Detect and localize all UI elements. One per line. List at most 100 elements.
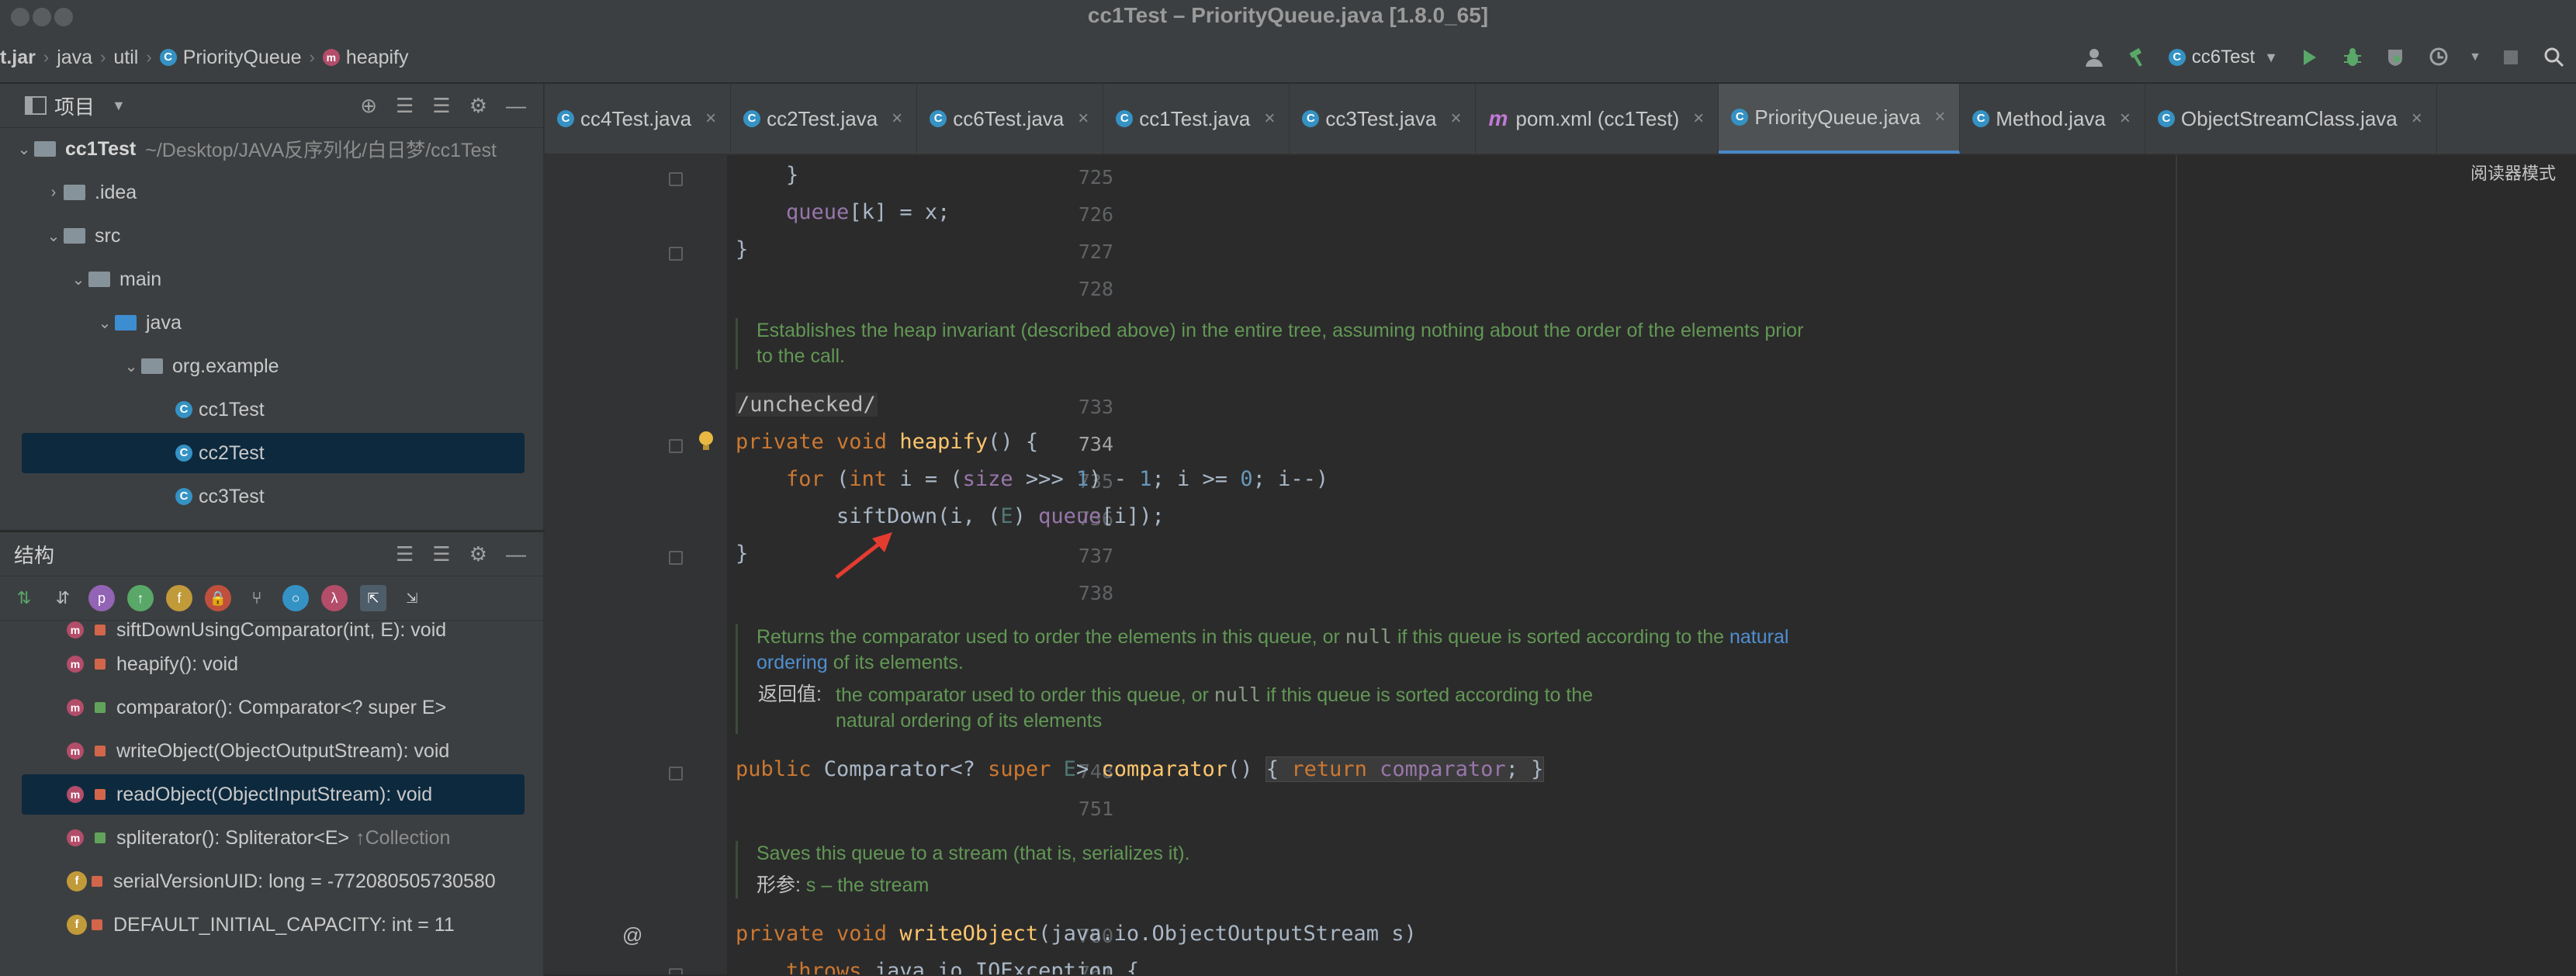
structure-item[interactable]: m comparator(): Comparator<? super E> — [67, 687, 446, 728]
structure-item[interactable]: f serialVersionUID: long = -772080505730… — [67, 861, 496, 902]
maven-icon: m — [1488, 106, 1508, 130]
show-properties-icon[interactable]: p — [88, 585, 115, 611]
collapse-all-icon[interactable]: ☰ — [432, 94, 450, 118]
doc-text: s – the stream — [805, 874, 930, 896]
show-inherited-icon[interactable]: ↑ — [127, 585, 154, 611]
fold-marker[interactable] — [669, 968, 683, 974]
autoscroll-to-source-icon[interactable]: ⇱ — [360, 585, 386, 611]
tree-item-cc2test[interactable]: C cc2Test — [22, 433, 525, 473]
tab-cc6test[interactable]: Ccc6Test.java × — [917, 84, 1104, 154]
lambda-icon[interactable]: λ — [321, 585, 348, 611]
code-line: } — [736, 163, 799, 187]
project-panel: 项目 ▼ ⊕ ☰ ☰ ⚙ — ⌄ cc1Test ~/Desktop/JAVA反… — [0, 84, 545, 530]
override-gutter-icon[interactable]: @ — [622, 923, 642, 947]
chevron-down-icon[interactable]: ▼ — [2467, 42, 2483, 73]
field-icon: f — [67, 871, 87, 891]
fold-marker[interactable] — [669, 247, 683, 261]
structure-item[interactable]: f DEFAULT_INITIAL_CAPACITY: int = 11 — [67, 905, 455, 945]
doc-code: null — [1214, 684, 1262, 706]
profiler-icon[interactable] — [2424, 42, 2455, 73]
tree-item-idea[interactable]: › .idea — [43, 172, 137, 213]
close-icon[interactable]: × — [1264, 108, 1275, 130]
run-icon[interactable] — [2294, 42, 2325, 73]
gear-icon[interactable]: ⚙ — [469, 542, 487, 566]
fold-marker[interactable] — [669, 551, 683, 565]
structure-item[interactable]: m heapify(): void — [67, 644, 238, 684]
user-icon[interactable] — [2079, 42, 2110, 73]
tab-priorityqueue[interactable]: C PriorityQueue.java × — [1719, 84, 1961, 154]
structure-item[interactable]: m siftDownUsingComparator(int, E): void — [67, 616, 446, 644]
debug-icon[interactable] — [2337, 42, 2368, 73]
project-panel-title[interactable]: 项目 — [54, 92, 95, 120]
breadcrumb-label: util — [113, 46, 139, 68]
breadcrumb-java[interactable]: java — [57, 47, 92, 69]
tree-item-src[interactable]: ⌄ src — [43, 216, 121, 256]
structure-panel-title: 结构 — [14, 543, 55, 567]
breadcrumb-heapify[interactable]: m heapify — [322, 47, 409, 69]
close-icon[interactable]: × — [1693, 108, 1704, 130]
tree-item-java[interactable]: ⌄ java — [95, 303, 182, 343]
tab-cc3test[interactable]: Ccc3Test.java × — [1290, 84, 1477, 154]
structure-item-label: writeObject(ObjectOutputStream): void — [116, 739, 450, 762]
tree-item-root[interactable]: ⌄ cc1Test ~/Desktop/JAVA反序列化/白日梦/cc1Test — [14, 129, 497, 169]
tree-item-package[interactable]: ⌄ org.example — [121, 346, 279, 386]
close-icon[interactable]: × — [2120, 108, 2131, 130]
close-icon[interactable]: × — [2412, 108, 2422, 130]
close-icon[interactable]: × — [705, 108, 716, 130]
tab-label: Method.java — [1996, 106, 2106, 130]
method-icon: m — [67, 699, 84, 716]
hide-icon[interactable]: — — [506, 542, 526, 566]
suppress-warnings-annotation: /unchecked/ — [736, 393, 878, 417]
show-fields-icon[interactable]: f — [166, 585, 192, 611]
fold-marker[interactable] — [669, 439, 683, 453]
expand-all-icon[interactable]: ☰ — [396, 542, 414, 566]
code-editor[interactable]: 阅读器模式 725 726 727 728 733 734 735 736 73… — [545, 155, 2576, 974]
coverage-icon[interactable] — [2380, 42, 2412, 73]
tab-cc4test[interactable]: Ccc4Test.java × — [545, 84, 732, 154]
tab-label: ObjectStreamClass.java — [2180, 106, 2398, 130]
tree-item-cc3test[interactable]: C cc3Test — [175, 476, 265, 517]
collapse-all-icon[interactable]: ☰ — [432, 542, 450, 566]
build-hammer-icon[interactable] — [2122, 42, 2153, 73]
chevron-down-icon: ⌄ — [47, 227, 61, 245]
tree-item-cc1test[interactable]: C cc1Test — [175, 389, 265, 430]
tab-cc2test[interactable]: Ccc2Test.java × — [731, 84, 918, 154]
fold-marker[interactable] — [669, 767, 683, 780]
gear-icon[interactable]: ⚙ — [469, 94, 487, 118]
close-icon[interactable]: × — [1450, 108, 1461, 130]
stop-icon[interactable] — [2495, 42, 2526, 73]
class-icon: C — [1731, 109, 1749, 126]
chevron-down-icon[interactable]: ▼ — [112, 98, 126, 114]
breadcrumb-priorityqueue[interactable]: C PriorityQueue — [159, 47, 302, 69]
tab-cc1test[interactable]: Ccc1Test.java × — [1103, 84, 1290, 154]
field-icon: f — [67, 915, 87, 935]
hide-icon[interactable]: — — [506, 94, 526, 118]
tab-label: cc4Test.java — [580, 106, 692, 130]
search-icon[interactable] — [2539, 42, 2570, 73]
tree-item-main[interactable]: ⌄ main — [68, 259, 162, 299]
close-icon[interactable]: × — [892, 108, 902, 130]
breadcrumb-util[interactable]: util — [113, 47, 138, 69]
structure-item[interactable]: m readObject(ObjectInputStream): void — [22, 774, 525, 815]
structure-item[interactable]: m writeObject(ObjectOutputStream): void — [67, 731, 449, 771]
tab-pom-xml[interactable]: m pom.xml (cc1Test) × — [1476, 84, 1719, 154]
expand-all-icon[interactable]: ☰ — [396, 94, 414, 118]
autoscroll-from-source-icon[interactable]: ⇲ — [399, 585, 425, 611]
breadcrumb-jar[interactable]: t.jar — [0, 47, 36, 69]
class-icon: C — [557, 110, 574, 127]
locate-icon[interactable]: ⊕ — [360, 94, 377, 118]
structure-item[interactable]: m spliterator(): Spliterator<E> ↑Collect… — [67, 818, 450, 858]
close-icon[interactable]: × — [1934, 106, 1945, 128]
close-icon[interactable]: × — [1078, 108, 1089, 130]
fold-marker[interactable] — [669, 172, 683, 186]
show-anonymous-icon[interactable]: ⑂ — [244, 585, 270, 611]
tab-objectstreamclass[interactable]: C ObjectStreamClass.java × — [2145, 84, 2437, 154]
run-config-selector[interactable]: C cc6Test ▼ — [2168, 47, 2278, 68]
lightbulb-icon[interactable] — [697, 430, 715, 457]
tab-method[interactable]: C Method.java × — [1960, 84, 2145, 154]
reader-mode-button[interactable]: 阅读器模式 — [2470, 160, 2556, 185]
sort-alphabetically-icon[interactable]: ⇅ — [11, 585, 37, 611]
sort-by-visibility-icon[interactable]: ⇵ — [50, 585, 76, 611]
show-non-public-icon[interactable]: 🔒 — [205, 585, 231, 611]
show-lambdas-icon[interactable]: ○ — [282, 585, 309, 611]
